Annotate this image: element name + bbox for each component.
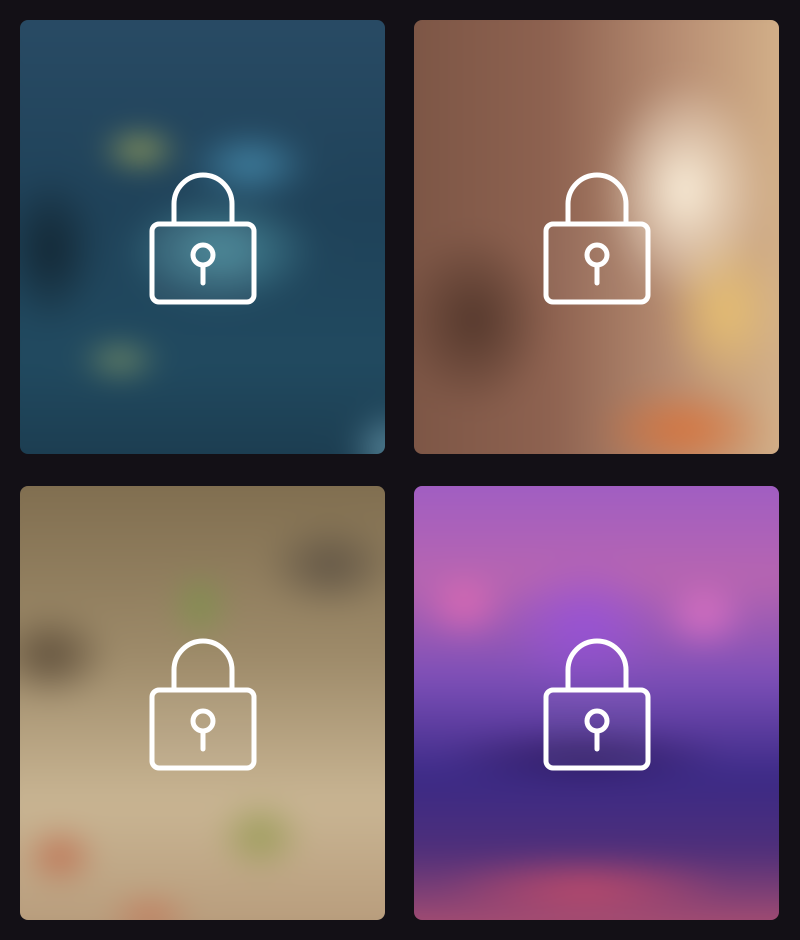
locked-photo-card[interactable]	[414, 486, 779, 920]
locked-photo-card[interactable]	[20, 20, 385, 454]
lock-icon	[543, 638, 650, 771]
lock-icon	[149, 638, 256, 771]
locked-photo-card[interactable]	[414, 20, 779, 454]
locked-photo-card[interactable]	[20, 486, 385, 920]
lock-icon	[149, 172, 256, 305]
locked-media-grid	[0, 0, 800, 940]
lock-icon	[543, 172, 650, 305]
